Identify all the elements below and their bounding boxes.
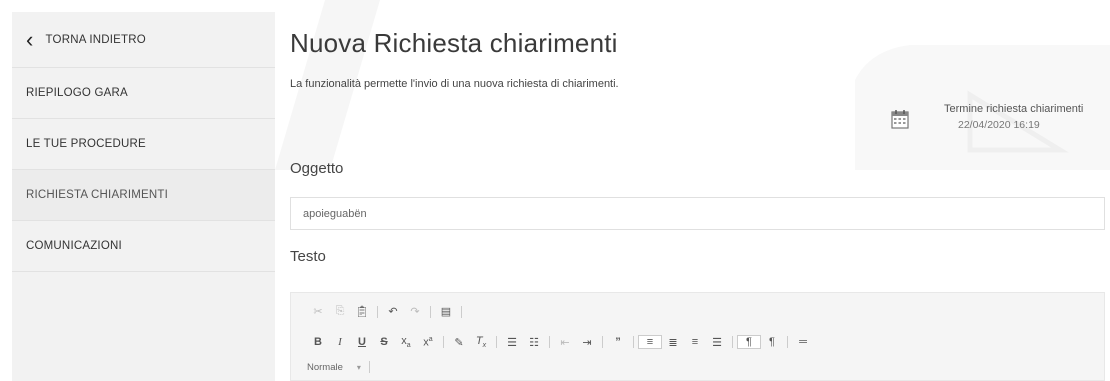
- deadline-label: Termine richiesta chiarimenti: [944, 103, 1084, 115]
- toolbar-separator: [496, 336, 497, 349]
- sidebar: ‹ TORNA INDIETRO RIEPILOGO GARA LE TUE P…: [12, 12, 275, 381]
- bulleted-list-icon[interactable]: ☷: [523, 336, 545, 349]
- redo-icon[interactable]: ↷: [404, 305, 426, 318]
- remove-format-icon[interactable]: Tx: [470, 335, 492, 349]
- toolbar-row-clipboard: ✂ ⎘ 📋︎ ↶ ↷ ▤: [307, 305, 466, 318]
- format-select[interactable]: Normale ▾: [307, 362, 361, 373]
- undo-icon[interactable]: ↶: [382, 305, 404, 318]
- sidebar-item-label: COMUNICAZIONI: [26, 240, 122, 252]
- toolbar-separator: [443, 336, 444, 349]
- sidebar-item-le-tue-procedure[interactable]: LE TUE PROCEDURE: [12, 119, 275, 170]
- subject-label: Oggetto: [290, 160, 344, 177]
- strikethrough-icon[interactable]: S: [373, 336, 395, 348]
- text-direction-rtl-icon[interactable]: ¶: [761, 336, 783, 348]
- underline-icon[interactable]: U: [351, 336, 373, 348]
- sidebar-item-label: LE TUE PROCEDURE: [26, 138, 146, 150]
- outdent-icon[interactable]: ⇤: [554, 336, 576, 349]
- subject-input[interactable]: [290, 197, 1105, 230]
- toolbar-separator: [787, 336, 788, 349]
- copy-icon[interactable]: ⎘: [329, 305, 351, 318]
- text-direction-ltr-icon[interactable]: ¶: [737, 335, 761, 350]
- page-description: La funzionalità permette l'invio di una …: [290, 78, 619, 90]
- bold-icon[interactable]: B: [307, 336, 329, 348]
- insert-template-icon[interactable]: ▤: [435, 305, 457, 318]
- sidebar-item-label: RICHIESTA CHIARIMENTI: [26, 189, 168, 201]
- align-left-icon[interactable]: ≡: [638, 335, 662, 350]
- page-title: Nuova Richiesta chiarimenti: [290, 28, 618, 58]
- toolbar-row-styles: Normale ▾: [307, 361, 374, 373]
- italic-icon[interactable]: I: [329, 336, 351, 348]
- align-justify-icon[interactable]: ☰: [706, 336, 728, 349]
- toolbar-separator: [377, 305, 378, 318]
- toolbar-separator: [602, 336, 603, 349]
- format-select-value: Normale: [307, 361, 343, 373]
- sidebar-item-riepilogo-gara[interactable]: RIEPILOGO GARA: [12, 68, 275, 119]
- horizontal-line-icon[interactable]: ═: [792, 336, 814, 348]
- chevron-left-icon: ‹: [26, 26, 34, 52]
- rich-text-editor: ✂ ⎘ 📋︎ ↶ ↷ ▤ B I U S xa xa ✎ Tx ☰ ☷ ⇤ ⇥ …: [290, 292, 1105, 381]
- toolbar-separator: [430, 305, 431, 318]
- sidebar-item-comunicazioni[interactable]: COMUNICAZIONI: [12, 221, 275, 272]
- align-center-icon[interactable]: ≣: [662, 336, 684, 349]
- blockquote-icon[interactable]: ”: [607, 336, 629, 348]
- chevron-down-icon: ▾: [356, 362, 361, 372]
- copy-format-icon[interactable]: ✎: [448, 336, 470, 349]
- calendar-icon: [891, 110, 909, 129]
- cut-icon[interactable]: ✂: [307, 305, 329, 318]
- numbered-list-icon[interactable]: ☰: [501, 336, 523, 349]
- toolbar-separator: [461, 305, 462, 318]
- back-button[interactable]: ‹ TORNA INDIETRO: [12, 12, 275, 68]
- toolbar-row-formatting: B I U S xa xa ✎ Tx ☰ ☷ ⇤ ⇥ ” ≡ ≣ ≡ ☰ ¶ ¶…: [307, 335, 814, 349]
- text-label: Testo: [290, 248, 326, 265]
- paste-icon[interactable]: 📋︎: [351, 305, 373, 318]
- back-label: TORNA INDIETRO: [45, 33, 146, 46]
- deadline-date: 22/04/2020 16:19: [958, 119, 1040, 131]
- indent-icon[interactable]: ⇥: [576, 336, 598, 349]
- superscript-icon[interactable]: xa: [417, 336, 439, 349]
- toolbar-separator: [368, 361, 370, 373]
- subscript-icon[interactable]: xa: [395, 335, 417, 349]
- toolbar-separator: [633, 336, 634, 349]
- toolbar-separator: [732, 336, 733, 349]
- toolbar-separator: [549, 336, 550, 349]
- sidebar-item-label: RIEPILOGO GARA: [26, 87, 128, 99]
- align-right-icon[interactable]: ≡: [684, 336, 706, 348]
- deadline-info: Termine richiesta chiarimenti 22/04/2020…: [891, 103, 1083, 131]
- sidebar-item-richiesta-chiarimenti[interactable]: RICHIESTA CHIARIMENTI: [12, 170, 275, 221]
